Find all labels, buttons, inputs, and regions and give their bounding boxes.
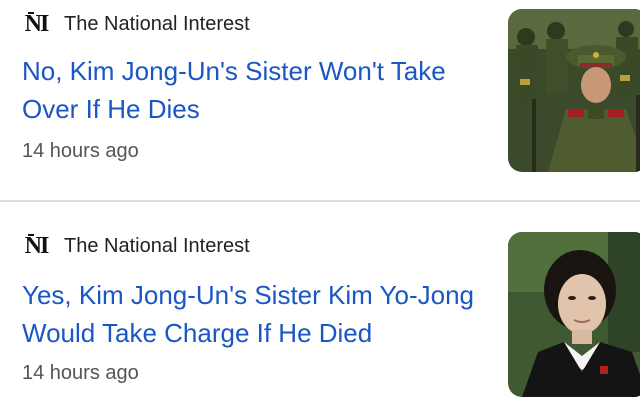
source-name: The National Interest bbox=[64, 12, 250, 35]
headline-link[interactable]: No, Kim Jong-Un's Sister Won't Take Over… bbox=[22, 52, 482, 128]
news-card[interactable]: NI The National Interest Yes, Kim Jong-U… bbox=[0, 202, 640, 404]
publisher-logo-icon: NI bbox=[22, 232, 50, 260]
article-thumbnail[interactable] bbox=[508, 232, 640, 397]
publisher-logo-icon: NI bbox=[22, 10, 50, 38]
timestamp: 14 hours ago bbox=[22, 140, 139, 162]
military-parade-image bbox=[508, 9, 640, 172]
article-thumbnail[interactable] bbox=[508, 9, 640, 172]
headline-link[interactable]: Yes, Kim Jong-Un's Sister Kim Yo-Jong Wo… bbox=[22, 276, 482, 352]
source-row: NI The National Interest bbox=[22, 232, 250, 260]
timestamp: 14 hours ago bbox=[22, 362, 139, 384]
source-row: NI The National Interest bbox=[22, 10, 250, 38]
news-feed: NI The National Interest No, Kim Jong-Un… bbox=[0, 0, 640, 404]
source-name: The National Interest bbox=[64, 234, 250, 257]
portrait-image bbox=[508, 232, 640, 397]
news-card[interactable]: NI The National Interest No, Kim Jong-Un… bbox=[0, 0, 640, 200]
